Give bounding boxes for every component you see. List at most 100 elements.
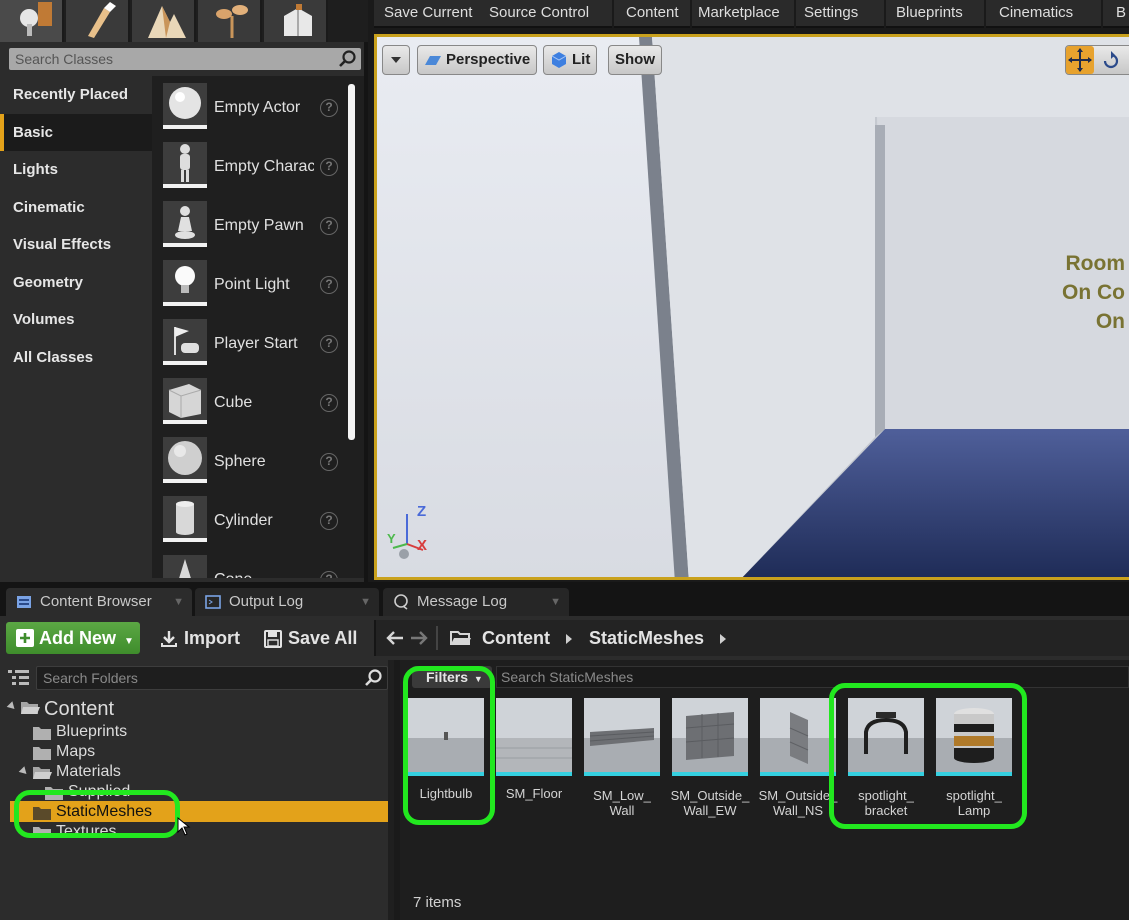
tree-folder-materials[interactable]: Materials [18,762,121,782]
category-geometry[interactable]: Geometry [0,264,152,302]
source-control-button[interactable]: Source Control [489,4,589,26]
folder-label: StaticMeshes [56,803,153,820]
class-item-empty-actor[interactable]: Empty Actor ? [160,80,350,135]
save-all-button[interactable]: Save All [264,622,357,654]
filters-label: Filters [426,669,469,685]
category-all-classes[interactable]: All Classes [0,339,152,377]
class-item-empty-character[interactable]: Empty Character ? [160,139,350,194]
tab-content-browser[interactable]: Content Browser ▼ [6,588,192,616]
empty-character-thumbnail [163,142,207,188]
breadcrumb-arrow-icon[interactable] [720,634,726,644]
folder-tree-panel: Content Blueprints Maps Materials Suppli… [0,660,394,920]
landscape-mode-tab[interactable] [132,0,196,42]
class-item-label: Sphere [214,453,266,470]
show-button[interactable]: Show [608,45,662,75]
tree-folder-supplied[interactable]: Supplied [44,782,130,802]
class-item-cone[interactable]: Cone ? [160,552,350,578]
viewport-options-button[interactable] [382,45,410,75]
category-recently-placed[interactable]: Recently Placed [0,76,152,114]
tree-folder-textures[interactable]: Textures [32,822,116,834]
geometry-mode-tab[interactable] [264,0,328,42]
asset-tile-spotlight-lamp[interactable] [936,698,1012,776]
help-icon[interactable]: ? [320,276,338,294]
class-item-label: Cube [214,394,253,411]
marketplace-button[interactable]: Marketplace [698,4,780,26]
back-arrow-icon[interactable] [386,630,404,646]
class-item-player-start[interactable]: Player Start ? [160,316,350,371]
sources-list-icon[interactable] [8,669,30,687]
wall-text-line: On Co [1062,281,1125,304]
chevron-down-icon: ▼ [124,636,134,647]
empty-actor-thumbnail [163,83,207,129]
asset-tile-lightbulb[interactable] [408,698,484,776]
tree-folder-blueprints[interactable]: Blueprints [32,722,127,742]
add-new-button[interactable]: Add New ▼ [6,622,140,654]
asset-tile-spotlight-bracket[interactable] [848,698,924,776]
asset-search-box[interactable] [496,666,1129,688]
filters-button[interactable]: Filters ▼ [412,666,492,688]
tab-close-icon[interactable]: ▼ [173,588,184,616]
help-icon[interactable]: ? [320,571,338,578]
breadcrumb-arrow-icon[interactable] [566,634,572,644]
level-viewport[interactable]: Perspective Lit Show Room On Co On Z X Y [374,34,1129,580]
help-icon[interactable]: ? [320,512,338,530]
expand-arrow-icon[interactable] [6,701,18,712]
rotate-tool-icon[interactable] [1100,50,1122,72]
perspective-button[interactable]: Perspective [417,45,538,75]
move-tool-button[interactable] [1066,46,1094,74]
breadcrumb-staticmeshes[interactable]: StaticMeshes [589,620,704,656]
help-icon[interactable]: ? [320,217,338,235]
import-button[interactable]: Import [160,622,240,654]
help-icon[interactable]: ? [320,453,338,471]
content-button[interactable]: Content [626,4,679,26]
build-button[interactable]: B [1116,4,1126,26]
class-item-cube[interactable]: Cube ? [160,375,350,430]
blueprints-button[interactable]: Blueprints [896,4,963,26]
forward-arrow-icon[interactable] [410,630,428,646]
tree-folder-staticmeshes[interactable]: StaticMeshes [32,802,152,822]
settings-button[interactable]: Settings [804,4,858,26]
class-item-empty-pawn[interactable]: Empty Pawn ? [160,198,350,253]
category-volumes[interactable]: Volumes [0,301,152,339]
asset-tile-sm-outside-wall-ew[interactable] [672,698,748,776]
folder-search-input[interactable] [37,667,357,689]
expand-arrow-icon[interactable] [18,766,30,777]
tab-close-icon[interactable]: ▼ [550,588,561,616]
transform-tools [1065,45,1129,75]
place-mode-tab[interactable] [0,0,64,42]
category-basic[interactable]: Basic [0,113,152,151]
lit-button[interactable]: Lit [543,45,598,75]
tab-message-log[interactable]: Message Log ▼ [383,588,569,616]
class-search-input[interactable] [9,48,335,70]
category-visual-effects[interactable]: Visual Effects [0,226,152,264]
tree-folder-maps[interactable]: Maps [32,742,95,762]
help-icon[interactable]: ? [320,99,338,117]
foliage-mode-tab[interactable] [198,0,262,42]
asset-tile-sm-low-wall[interactable] [584,698,660,776]
asset-search-input[interactable] [497,667,1097,687]
toolbar-separator [794,0,796,28]
cinematics-button[interactable]: Cinematics [999,4,1073,26]
help-icon[interactable]: ? [320,335,338,353]
breadcrumb-content[interactable]: Content [482,620,550,656]
tree-folder-content[interactable]: Content [6,697,114,721]
class-list-scrollbar[interactable] [348,84,355,440]
asset-tile-sm-floor[interactable] [496,698,572,776]
class-item-cylinder[interactable]: Cylinder ? [160,493,350,548]
save-current-button[interactable]: Save Current [384,4,472,26]
category-lights[interactable]: Lights [0,151,152,189]
help-icon[interactable]: ? [320,158,338,176]
class-item-label: Empty Pawn [214,217,304,234]
asset-tile-sm-outside-wall-ns[interactable] [760,698,836,776]
class-item-label: Empty Actor [214,99,301,116]
tab-output-log[interactable]: Output Log ▼ [195,588,379,616]
class-search-box[interactable] [9,48,361,70]
category-cinematic[interactable]: Cinematic [0,189,152,227]
help-icon[interactable]: ? [320,394,338,412]
tab-close-icon[interactable]: ▼ [360,588,371,616]
folder-search-box[interactable] [36,666,388,690]
class-item-sphere[interactable]: Sphere ? [160,434,350,489]
paint-mode-tab[interactable] [66,0,130,42]
folder-icon [33,747,51,760]
class-item-point-light[interactable]: Point Light ? [160,257,350,312]
